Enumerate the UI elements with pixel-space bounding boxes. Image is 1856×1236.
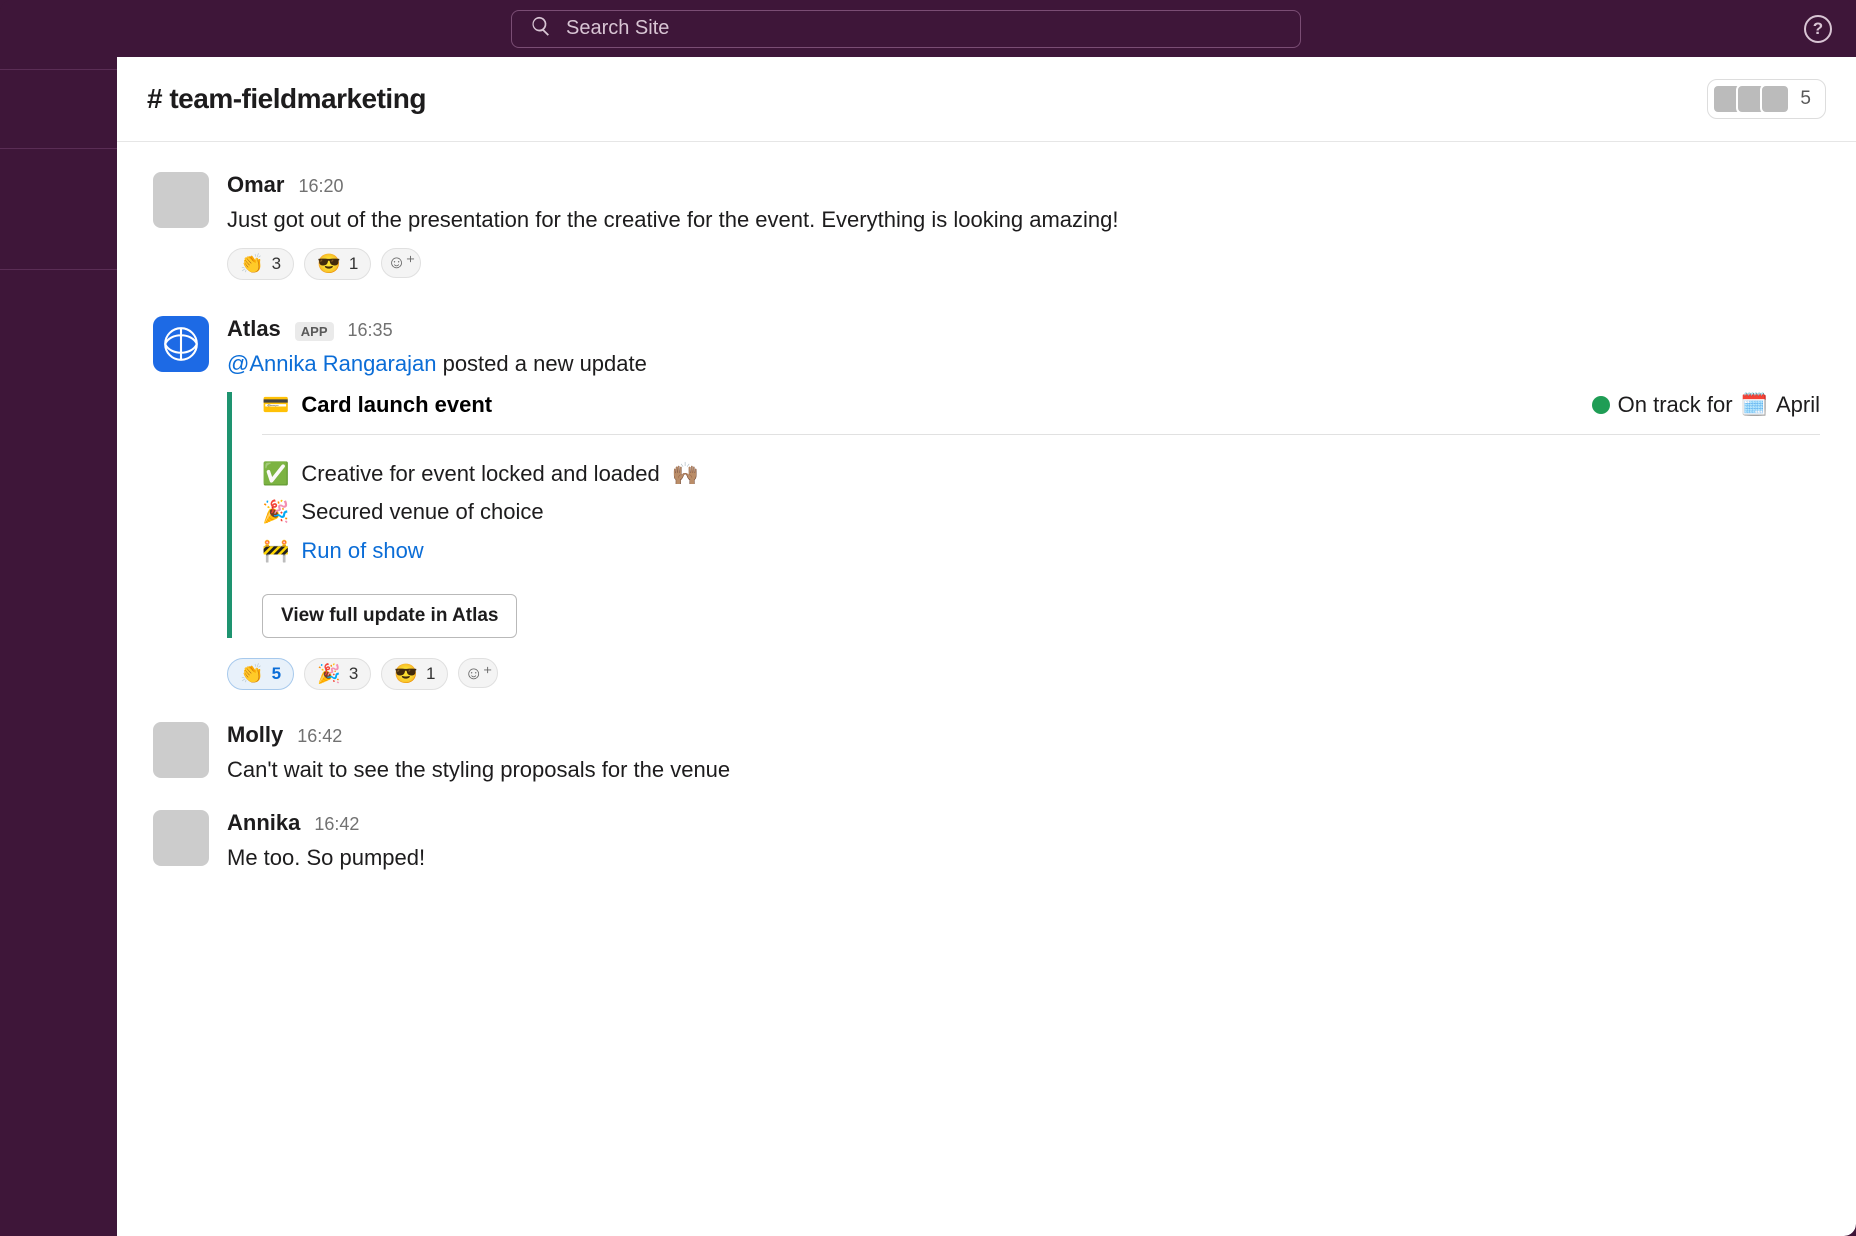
reaction-cool[interactable]: 😎1 (381, 658, 448, 690)
sidebar (0, 57, 117, 1236)
help-button[interactable]: ? (1804, 15, 1832, 43)
message-time: 16:35 (348, 320, 393, 341)
card-icon: 💳 (262, 392, 289, 418)
search-input[interactable]: Search Site (511, 10, 1301, 48)
channel-title[interactable]: # team-fieldmarketing (147, 83, 426, 115)
add-reaction-button[interactable]: ☺⁺ (458, 658, 498, 688)
status-dot-icon (1592, 396, 1610, 414)
message-list[interactable]: Omar 16:20 Just got out of the presentat… (117, 142, 1856, 1236)
clap-icon: 👏 (240, 662, 264, 686)
message-text: Just got out of the presentation for the… (227, 204, 1820, 236)
channel-header: # team-fieldmarketing 5 (117, 57, 1856, 142)
search-placeholder: Search Site (566, 17, 669, 40)
reaction-clap[interactable]: 👏3 (227, 248, 294, 280)
smiley-plus-icon: ☺⁺ (464, 663, 492, 684)
app-badge: APP (295, 322, 334, 341)
sunglasses-icon: 😎 (317, 252, 341, 276)
construction-icon: 🚧 (262, 532, 289, 571)
atlas-logo-icon (161, 324, 201, 364)
update-title[interactable]: 💳 Card launch event (262, 392, 492, 418)
author-name[interactable]: Molly (227, 722, 283, 748)
author-name[interactable]: Omar (227, 172, 284, 198)
topbar: Search Site ? (0, 0, 1856, 57)
search-wrap: Search Site (24, 10, 1788, 48)
sunglasses-icon: 😎 (394, 662, 418, 686)
message: Molly 16:42 Can't wait to see the stylin… (153, 722, 1820, 786)
raised-hands-icon: 🙌🏽 (672, 455, 699, 494)
message-time: 16:20 (298, 176, 343, 197)
reactions: 👏5 🎉3 😎1 ☺⁺ (227, 658, 1820, 690)
message: Annika 16:42 Me too. So pumped! (153, 810, 1820, 874)
calendar-icon: 🗓️ (1741, 392, 1768, 418)
update-body: ✅Creative for event locked and loaded🙌🏽 … (262, 435, 1820, 579)
reaction-party[interactable]: 🎉3 (304, 658, 371, 690)
message: Atlas APP 16:35 @Annika Rangarajan poste… (153, 316, 1820, 690)
add-reaction-button[interactable]: ☺⁺ (381, 248, 421, 278)
avatar[interactable] (153, 316, 209, 372)
avatar[interactable] (153, 172, 209, 228)
author-name[interactable]: Annika (227, 810, 300, 836)
reaction-cool[interactable]: 😎1 (304, 248, 371, 280)
message-text: Can't wait to see the styling proposals … (227, 754, 1820, 786)
avatar[interactable] (153, 810, 209, 866)
member-avatar-icon (1760, 84, 1790, 114)
party-popper-icon: 🎉 (262, 493, 289, 532)
party-popper-icon: 🎉 (317, 662, 341, 686)
message: Omar 16:20 Just got out of the presentat… (153, 172, 1820, 280)
member-pill[interactable]: 5 (1707, 79, 1826, 119)
run-of-show-link[interactable]: Run of show (301, 532, 423, 571)
view-full-update-button[interactable]: View full update in Atlas (262, 594, 517, 638)
avatar[interactable] (153, 722, 209, 778)
main-panel: # team-fieldmarketing 5 Omar 16:20 (117, 57, 1856, 1236)
smiley-plus-icon: ☺⁺ (387, 252, 415, 273)
author-name[interactable]: Atlas (227, 316, 281, 342)
reaction-clap[interactable]: 👏5 (227, 658, 294, 690)
member-count: 5 (1800, 88, 1811, 110)
message-text: @Annika Rangarajan posted a new update (227, 348, 1820, 380)
update-status: On track for 🗓️ April (1592, 392, 1820, 418)
member-avatars (1712, 84, 1790, 114)
atlas-update-block: 💳 Card launch event On track for 🗓️ Apri… (227, 392, 1820, 639)
user-mention[interactable]: @Annika Rangarajan (227, 351, 436, 376)
message-time: 16:42 (297, 726, 342, 747)
clap-icon: 👏 (240, 252, 264, 276)
checkmark-icon: ✅ (262, 455, 289, 494)
search-icon (530, 15, 552, 43)
message-time: 16:42 (314, 814, 359, 835)
message-text: Me too. So pumped! (227, 842, 1820, 874)
reactions: 👏3 😎1 ☺⁺ (227, 248, 1820, 280)
